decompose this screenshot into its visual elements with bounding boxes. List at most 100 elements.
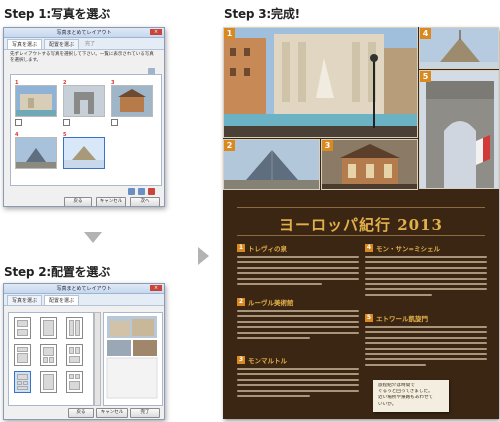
close-icon[interactable]: ×	[150, 29, 162, 35]
photo-list[interactable]: 1 2 3 4 5	[10, 74, 162, 186]
tab-select-layout[interactable]: 配置を選ぶ	[44, 39, 80, 49]
carousel-thumbnail-icon	[112, 86, 152, 116]
section-body	[237, 310, 359, 339]
louvre-thumbnail-icon	[16, 138, 56, 168]
layout-grid[interactable]	[8, 312, 94, 406]
layout-option[interactable]	[66, 317, 83, 339]
section-number: 1	[237, 244, 245, 252]
photo-number: 1	[15, 80, 19, 86]
section-body	[237, 368, 359, 397]
preview-image-icon	[106, 316, 158, 399]
photo-thumb-3[interactable]: 3	[111, 80, 153, 117]
photo-badge: 5	[420, 71, 431, 82]
tab-select-photos[interactable]: 写真を選ぶ	[7, 39, 43, 49]
section-title: トレヴィの泉	[248, 245, 287, 253]
section-title: モンマルトル	[248, 357, 287, 365]
trevi-fountain-image	[224, 28, 417, 137]
photo-number: 5	[63, 132, 67, 138]
layout-preview	[103, 312, 163, 406]
montsaintmichel-image	[420, 28, 498, 68]
close-icon[interactable]: ×	[150, 285, 162, 291]
section-body	[237, 256, 359, 285]
tab-finish[interactable]: 完了	[81, 39, 99, 49]
section-body	[365, 326, 487, 366]
photo-thumb-5[interactable]: 5	[63, 132, 105, 169]
section-number: 3	[237, 356, 245, 364]
section-5: 5 エトワール凱旋門	[365, 313, 487, 369]
cancel-button[interactable]: キャンセル	[96, 197, 126, 206]
back-button[interactable]: 戻る	[68, 408, 94, 418]
layout-option[interactable]	[14, 317, 31, 339]
section-number: 5	[365, 314, 373, 322]
section-body	[365, 256, 487, 296]
carousel-image	[322, 140, 417, 189]
step2-titlebar: 写真まとめてレイアウト ×	[4, 284, 164, 294]
step3-title: Step 3:完成!	[224, 7, 300, 21]
step1-titlebar: 写真まとめてレイアウト ×	[4, 28, 164, 38]
section-number: 4	[365, 244, 373, 252]
layout-option[interactable]	[40, 344, 57, 366]
step1-tabbar: 写真を選ぶ 配置を選ぶ 完了	[4, 38, 164, 50]
back-button[interactable]: 戻る	[64, 197, 92, 206]
layout-option[interactable]	[66, 371, 83, 393]
step1-title: Step 1:写真を選ぶ	[4, 7, 111, 21]
step2-title: Step 2:配置を選ぶ	[4, 265, 111, 279]
result-photo-4: 4	[419, 27, 499, 69]
down-arrow-icon	[84, 232, 102, 243]
photo-thumb-2[interactable]: 2	[63, 80, 105, 117]
photo-thumb-4[interactable]: 4	[15, 132, 57, 169]
layout-option-selected[interactable]	[14, 371, 31, 393]
step1-window: 写真まとめてレイアウト × 写真を選ぶ 配置を選ぶ 完了 先ずレイアウトする写真…	[3, 27, 165, 207]
layout-option[interactable]	[66, 344, 83, 366]
result-page: 1 4 5 2 3 ヨーロッパ紀行 2013 1 トレヴィの泉 2 ルーヴル美術…	[223, 27, 499, 419]
heading-rule-top	[237, 207, 485, 208]
arc-thumbnail-icon	[64, 86, 104, 116]
delete-icon[interactable]	[148, 188, 155, 195]
photo-checkbox[interactable]	[63, 119, 70, 126]
trevi-thumbnail-icon	[16, 86, 56, 116]
photo-thumb-1[interactable]: 1	[15, 80, 57, 117]
tab-select-layout[interactable]: 配置を選ぶ	[44, 295, 80, 305]
layout-option[interactable]	[40, 371, 57, 393]
layout-option[interactable]	[40, 317, 57, 339]
result-photo-5: 5	[419, 70, 499, 189]
photo-checkbox[interactable]	[111, 119, 118, 126]
next-button[interactable]: 次へ	[130, 197, 160, 206]
section-3: 3 モンマルトル	[237, 355, 359, 400]
section-number: 2	[237, 298, 245, 306]
cancel-button[interactable]: キャンセル	[96, 408, 128, 418]
section-4: 4 モン・サン=ミシェル	[365, 243, 487, 299]
section-1: 1 トレヴィの泉	[237, 243, 359, 288]
layout-scrollbar[interactable]	[94, 312, 101, 406]
rotate-right-icon[interactable]	[138, 188, 145, 195]
photo-number: 2	[63, 80, 67, 86]
montsaintmichel-thumbnail-icon	[64, 138, 104, 168]
photo-badge: 3	[322, 140, 333, 151]
photo-checkbox[interactable]	[15, 119, 22, 126]
note-line: いいか。	[378, 401, 397, 407]
section-title: エトワール凱旋門	[376, 315, 428, 323]
heading-rule-bottom	[237, 235, 485, 236]
section-title: ルーヴル美術館	[248, 299, 294, 307]
rotate-left-icon[interactable]	[128, 188, 135, 195]
step2-tabbar: 写真を選ぶ 配置を選ぶ	[4, 294, 164, 306]
step2-window: 写真まとめてレイアウト × 写真を選ぶ 配置を選ぶ 戻る キャンセル 完了	[3, 283, 165, 420]
finish-button[interactable]: 完了	[130, 408, 160, 418]
louvre-pyramid-image	[224, 140, 319, 189]
photo-badge: 2	[224, 140, 235, 151]
step1-description: 先ずレイアウトする写真を選択して下さい。一覧に表示されている写真を選択します。	[10, 52, 154, 63]
step1-window-title: 写真まとめてレイアウト	[56, 30, 112, 36]
result-photo-3: 3	[321, 139, 418, 190]
arc-de-triomphe-image	[420, 71, 498, 188]
photo-number: 3	[111, 80, 115, 86]
photo-number: 4	[15, 132, 19, 138]
result-photo-2: 2	[223, 139, 320, 190]
result-photo-1: 1	[223, 27, 418, 138]
tab-select-photos[interactable]: 写真を選ぶ	[7, 295, 43, 305]
photo-badge: 1	[224, 28, 235, 39]
travel-note-card: 旅程紹介は時間で ぐるっと回ってきました。 近い場所や帰路もあわせて いいか。	[373, 380, 449, 412]
right-arrow-icon	[198, 247, 209, 265]
section-2: 2 ルーヴル美術館	[237, 297, 359, 342]
photo-badge: 4	[420, 28, 431, 39]
layout-option[interactable]	[14, 344, 31, 366]
